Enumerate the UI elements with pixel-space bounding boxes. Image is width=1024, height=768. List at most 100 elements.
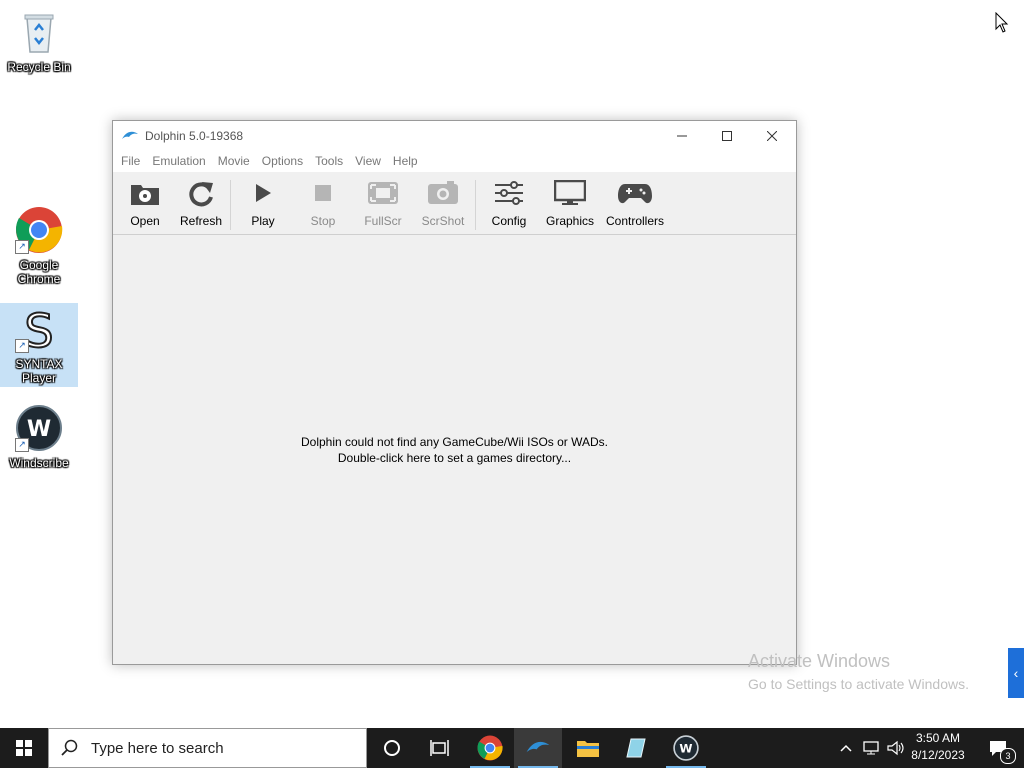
- svg-text:W: W: [679, 741, 692, 755]
- monitor-icon: [554, 180, 586, 205]
- menu-movie[interactable]: Movie: [218, 154, 250, 168]
- windscribe-icon: W ↗: [15, 404, 63, 452]
- desktop-icon-syntax-player[interactable]: S ↗ SYNTAX Player: [0, 303, 78, 387]
- taskbar-search-box[interactable]: Type here to search: [48, 728, 367, 768]
- desktop-icon-windscribe[interactable]: W ↗ Windscribe: [0, 398, 78, 470]
- menu-emulation[interactable]: Emulation: [152, 154, 205, 168]
- config-button[interactable]: Config: [487, 172, 531, 234]
- menu-tools[interactable]: Tools: [315, 154, 343, 168]
- shortcut-arrow-icon: ↗: [15, 240, 29, 254]
- taskbar-clock[interactable]: 3:50 AM 8/12/2023: [904, 730, 972, 764]
- chevron-up-icon: [840, 744, 852, 752]
- screenshot-button[interactable]: ScrShot: [419, 172, 467, 234]
- chrome-icon: [477, 735, 503, 761]
- dolphin-icon: [526, 741, 550, 753]
- windows-logo-icon: [16, 740, 32, 756]
- cortana-icon: [384, 740, 400, 756]
- show-hidden-icons-button[interactable]: [836, 728, 856, 768]
- refresh-label: Refresh: [179, 214, 223, 228]
- empty-game-list-message[interactable]: Dolphin could not find any GameCube/Wii …: [113, 434, 796, 466]
- controllers-label: Controllers: [605, 214, 665, 228]
- chrome-icon: ↗: [15, 206, 63, 254]
- play-button[interactable]: Play: [241, 172, 285, 234]
- maximize-button[interactable]: [704, 121, 749, 150]
- volume-button[interactable]: [884, 728, 906, 768]
- minimize-button[interactable]: [659, 121, 704, 150]
- network-button[interactable]: [860, 728, 882, 768]
- menu-bar: File Emulation Movie Options Tools View …: [113, 150, 796, 172]
- close-button[interactable]: [749, 121, 794, 150]
- search-placeholder: Type here to search: [91, 739, 224, 757]
- syntax-player-icon: S ↗: [15, 303, 63, 359]
- screenshot-label: ScrShot: [421, 214, 465, 228]
- activation-title: Activate Windows: [748, 651, 891, 671]
- desktop-icon-label: Google Chrome: [17, 258, 61, 286]
- windscribe-icon: W: [673, 735, 699, 761]
- title-bar[interactable]: Dolphin 5.0-19368: [113, 121, 796, 150]
- fullscreen-icon: [368, 182, 398, 204]
- menu-file[interactable]: File: [121, 154, 140, 168]
- fullscreen-label: FullScr: [364, 214, 402, 228]
- folder-icon: [577, 741, 599, 757]
- activation-subtitle: Go to Settings to activate Windows.: [748, 676, 969, 692]
- sliders-icon: [495, 181, 523, 205]
- controllers-button[interactable]: Controllers: [603, 172, 667, 234]
- message-line-2: Double-click here to set a games directo…: [337, 451, 572, 465]
- config-label: Config: [491, 214, 527, 228]
- toolbar: Open Refresh Play Stop FullScr ScrShot C…: [113, 172, 796, 235]
- search-icon: [61, 739, 78, 756]
- menu-view[interactable]: View: [355, 154, 381, 168]
- taskbar-file-explorer[interactable]: [564, 728, 612, 768]
- stop-icon: [315, 185, 331, 201]
- refresh-button[interactable]: Refresh: [177, 172, 225, 234]
- play-icon: [256, 184, 271, 202]
- recycle-bin-icon: [15, 8, 63, 56]
- desktop-icon-label: SYNTAX Player: [15, 357, 63, 385]
- play-label: Play: [251, 214, 275, 228]
- side-panel-tab[interactable]: ‹: [1008, 648, 1024, 698]
- shortcut-arrow-icon: ↗: [15, 339, 29, 353]
- open-button[interactable]: Open: [123, 172, 167, 234]
- toolbar-separator: [230, 180, 231, 230]
- maximize-icon: [721, 130, 732, 141]
- toolbar-separator: [475, 180, 476, 230]
- taskbar-dolphin[interactable]: [514, 728, 562, 768]
- notepad-icon: [626, 738, 646, 758]
- game-list-area[interactable]: Dolphin could not find any GameCube/Wii …: [113, 235, 796, 664]
- task-view-button[interactable]: [416, 728, 464, 768]
- desktop-icon-recycle-bin[interactable]: Recycle Bin: [0, 2, 78, 74]
- clock-date: 8/12/2023: [911, 748, 965, 762]
- chevron-left-icon: ‹: [1013, 665, 1019, 681]
- minimize-icon: [676, 135, 687, 136]
- open-label: Open: [130, 214, 160, 228]
- clock-time: 3:50 AM: [915, 731, 961, 745]
- camera-icon: [428, 181, 458, 204]
- close-icon: [766, 130, 777, 141]
- notification-count-badge: 3: [1000, 748, 1016, 764]
- mouse-cursor-icon: [995, 12, 1009, 33]
- start-button[interactable]: [0, 728, 48, 768]
- menu-help[interactable]: Help: [393, 154, 418, 168]
- graphics-label: Graphics: [545, 214, 595, 228]
- dolphin-icon: [122, 131, 138, 139]
- cortana-button[interactable]: [368, 728, 416, 768]
- action-center-button[interactable]: 3: [978, 728, 1018, 768]
- desktop-icon-google-chrome[interactable]: ↗ Google Chrome: [0, 200, 78, 290]
- message-line-1: Dolphin could not find any GameCube/Wii …: [300, 435, 608, 449]
- taskbar-chrome[interactable]: [466, 728, 514, 768]
- graphics-button[interactable]: Graphics: [543, 172, 597, 234]
- speaker-icon: [887, 740, 904, 756]
- stop-label: Stop: [310, 214, 336, 228]
- network-icon: [863, 741, 879, 755]
- open-disc-icon: [131, 185, 159, 205]
- shortcut-arrow-icon: ↗: [15, 438, 29, 452]
- activation-watermark: Activate Windows Go to Settings to activ…: [748, 651, 969, 692]
- stop-button[interactable]: Stop: [301, 172, 345, 234]
- taskbar-app-notepad[interactable]: [612, 728, 660, 768]
- taskbar-windscribe[interactable]: W: [662, 728, 710, 768]
- desktop-icon-label: Recycle Bin: [7, 60, 71, 74]
- taskbar: Type here to search W 3:50 AM 8/12/2023 …: [0, 728, 1024, 768]
- fullscreen-button[interactable]: FullScr: [359, 172, 407, 234]
- menu-options[interactable]: Options: [262, 154, 303, 168]
- window-title: Dolphin 5.0-19368: [145, 128, 244, 143]
